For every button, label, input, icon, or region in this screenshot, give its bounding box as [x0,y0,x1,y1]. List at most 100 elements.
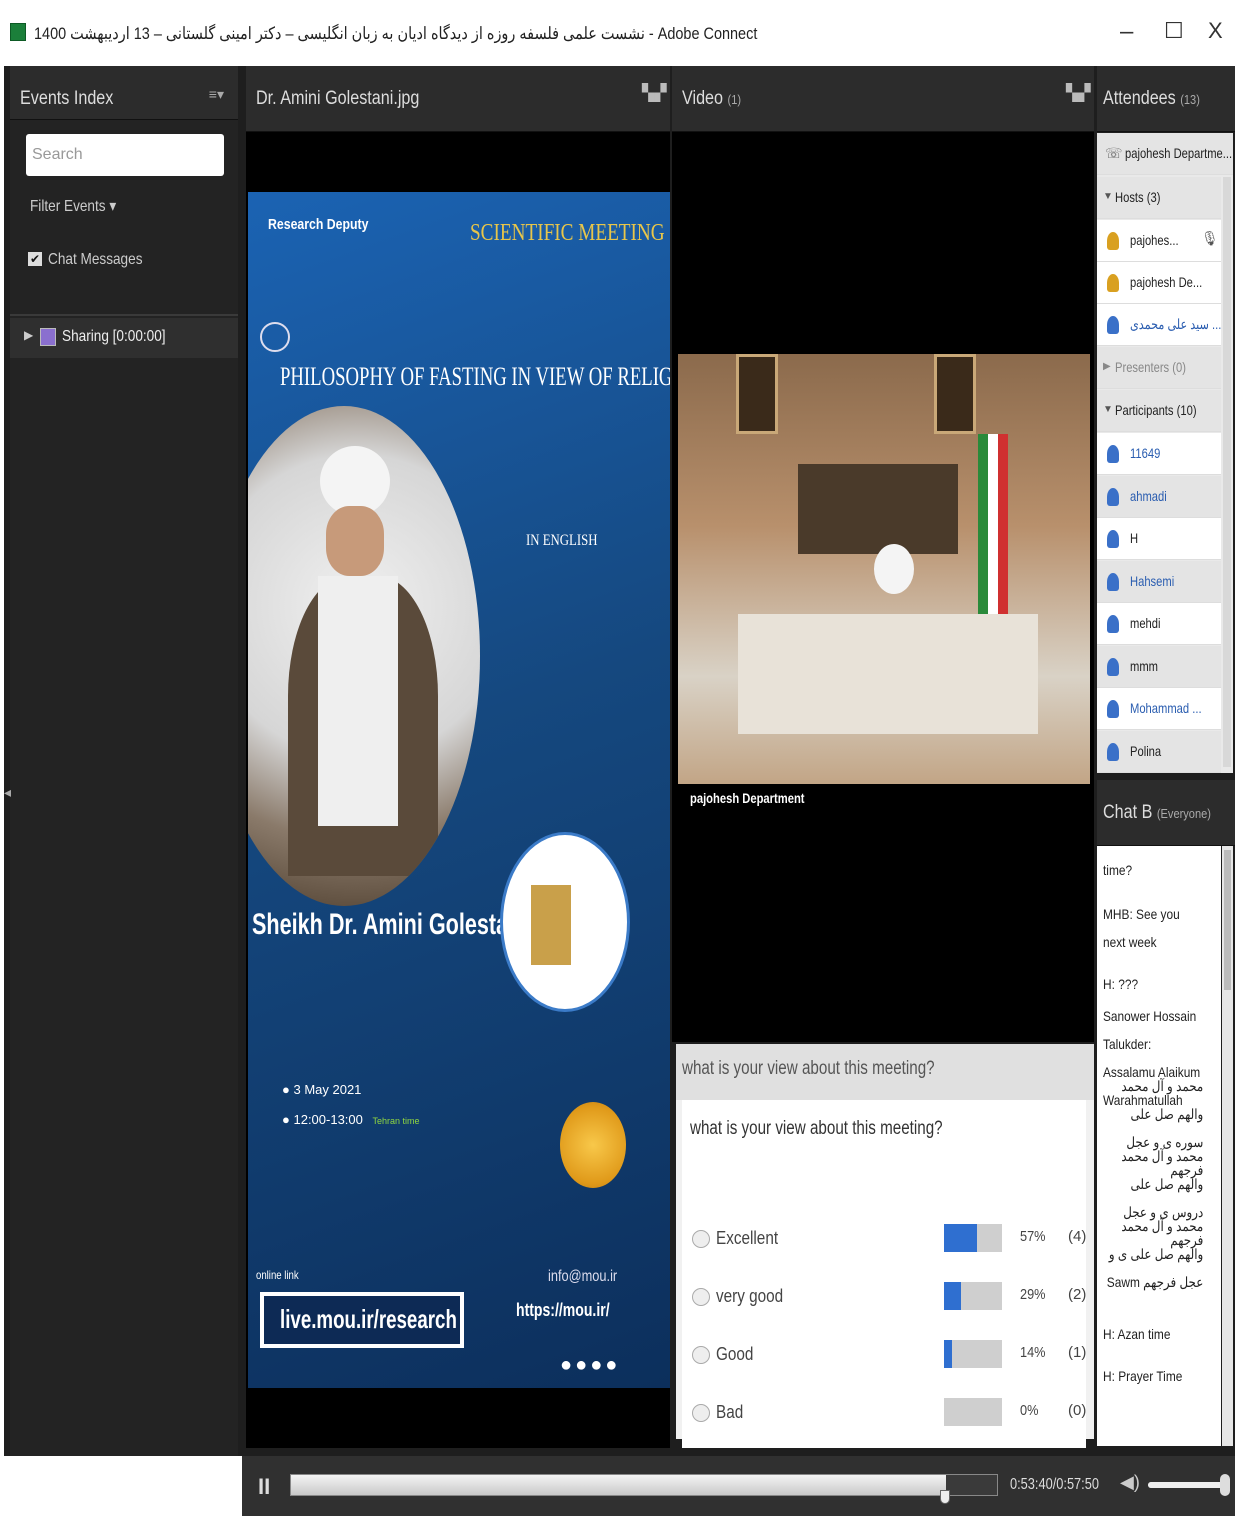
playback-time: 0:53:40/0:57:50 [1010,1476,1099,1493]
poster-website: https://mou.ir/ [516,1300,610,1320]
fullscreen-icon[interactable]: ▚▞ [642,86,667,112]
collapse-arrow-icon[interactable]: ▼ [1103,191,1113,202]
radio-button[interactable] [692,1288,710,1306]
radio-button[interactable] [692,1230,710,1248]
participants-group[interactable]: ▼ Participants (10) [1097,390,1221,432]
poster-in-english: IN ENGLISH [526,532,598,549]
divider [10,314,238,316]
sharing-event-row[interactable]: ▶ Sharing [0:00:00] [10,318,238,358]
poll-option-label: Good [716,1344,754,1364]
participant-row[interactable]: ahmadi [1097,475,1221,518]
progress-thumb[interactable] [940,1490,951,1504]
fullscreen-icon[interactable]: ▚▞ [1066,86,1091,112]
attendee-scrollbar[interactable] [1223,177,1231,767]
participant-row[interactable]: mmm [1097,645,1221,688]
events-search-input[interactable]: Search [26,134,224,176]
host-row[interactable]: سید علی محمدی ... [1097,304,1221,346]
events-index-header: Events Index ≡▾ [10,66,238,120]
poster-link: live.mou.ir/research [280,1304,457,1334]
portrait-frame-left [736,354,778,434]
poll-option[interactable]: very good 29% (2) [682,1278,1086,1318]
speaker-head [874,544,914,594]
maximize-button[interactable]: ☐ [1164,18,1184,44]
poster-date: 3 May 2021 [293,1082,362,1097]
adobe-connect-app-icon [10,23,26,41]
attendees-header: Attendees (13) [1097,66,1235,132]
participant-row[interactable]: mehdi [1097,603,1221,645]
volume-icon[interactable]: ◀) [1120,1472,1140,1493]
host-icon [1107,316,1119,334]
participant-icon [1107,700,1119,718]
filter-events-dropdown[interactable]: Filter Events ▾ [30,196,116,216]
share-pod-header: Dr. Amini Golestani.jpg ▚▞ [246,66,670,132]
menu-icon[interactable]: ≡▾ [209,86,224,103]
bullet-icon: ● [282,1112,290,1127]
poll-option-label: very good [716,1286,784,1306]
poster-timezone: Tehran time [372,1116,420,1126]
host-row[interactable]: pajohesh De... [1097,262,1221,304]
host-name: pajohes... [1130,232,1179,248]
attendee-self[interactable]: ☏ pajohesh Departme... [1097,133,1233,175]
logo-emblem [531,885,571,965]
participant-name: Hahsemi [1130,572,1175,589]
poster-date-row: ● 3 May 2021 [282,1082,361,1097]
minimize-button[interactable]: – [1120,18,1133,46]
decorative-circle [260,322,290,352]
hosts-group[interactable]: ▼ Hosts (3) [1097,177,1221,219]
volume-thumb[interactable] [1220,1474,1230,1496]
participant-row[interactable]: 11649 [1097,433,1221,475]
chat-title: Chat B (Everyone) [1103,802,1211,824]
microphone-icon: 🎙 [1201,230,1219,246]
pause-button[interactable]: II [258,1474,270,1500]
poll-option-percent: 29% [1020,1286,1046,1303]
chat-message: محمد و آل محمد والهم صل علی ی و عجل فرجه… [1106,1218,1204,1290]
poll-option-label: Excellent [716,1228,779,1248]
chat-scroll-thumb[interactable] [1224,850,1231,990]
participant-icon [1107,487,1119,506]
collapse-left-icon[interactable]: ◂ [4,784,11,801]
poster-time-row: ● 12:00-13:00 Tehran time [282,1112,420,1127]
participant-name: ahmadi [1130,487,1167,504]
poll-header-title: what is your view about this meeting? [682,1058,935,1079]
radio-button[interactable] [692,1404,710,1422]
host-icon [1107,232,1119,250]
chat-messages-checkbox[interactable]: ✔ [28,252,42,266]
expand-arrow-icon[interactable]: ▶ [1103,361,1111,372]
poll-pod: what is your view about this meeting? wh… [676,1044,1094,1448]
participant-name: 11649 [1130,445,1161,461]
participant-icon [1107,572,1119,591]
participants-label: Participants (10) [1115,402,1197,418]
poll-option-percent: 57% [1020,1228,1046,1245]
close-button[interactable]: X [1208,18,1223,44]
participant-row[interactable]: Hahsemi [1097,560,1221,603]
participant-row[interactable]: Mohammad ... [1097,688,1221,730]
chat-scrollbar[interactable] [1222,846,1233,1446]
poll-option[interactable]: Good 14% (1) [682,1336,1086,1376]
seal-badge [560,1102,626,1188]
video-count: (1) [727,92,742,107]
poll-option[interactable]: Excellent 57% (4) [682,1220,1086,1260]
poll-question: what is your view about this meeting? [690,1118,943,1139]
window-title: 1400 نشست علمی فلسفه روزه از دیدگاه ادیا… [34,24,758,43]
video-title: Video [682,88,724,109]
progress-track[interactable] [290,1474,998,1496]
poll-option-count: (1) [1068,1344,1087,1361]
poll-result-fill [944,1340,953,1368]
participant-name: mmm [1130,657,1158,674]
expand-arrow-icon[interactable]: ▶ [24,328,33,342]
participant-row[interactable]: Polina [1097,730,1221,773]
radio-button[interactable] [692,1346,710,1364]
volume-slider[interactable] [1148,1482,1224,1488]
poster-research-deputy: Research Deputy [268,216,369,233]
webcam-video[interactable] [678,354,1090,784]
presenters-group[interactable]: ▶ Presenters (0) [1097,347,1221,389]
participant-row[interactable]: H [1097,518,1221,560]
host-row[interactable]: pajohes... 🎙 [1097,220,1221,262]
participant-icon [1107,530,1119,548]
poster-link-text: live.mou.ir/research [264,1296,460,1344]
flag [978,434,1008,634]
collapse-arrow-icon[interactable]: ▼ [1103,404,1113,415]
poll-result-bar [944,1282,1002,1310]
poll-option[interactable]: Bad 0% (0) [682,1394,1086,1434]
host-icon [1107,274,1119,292]
